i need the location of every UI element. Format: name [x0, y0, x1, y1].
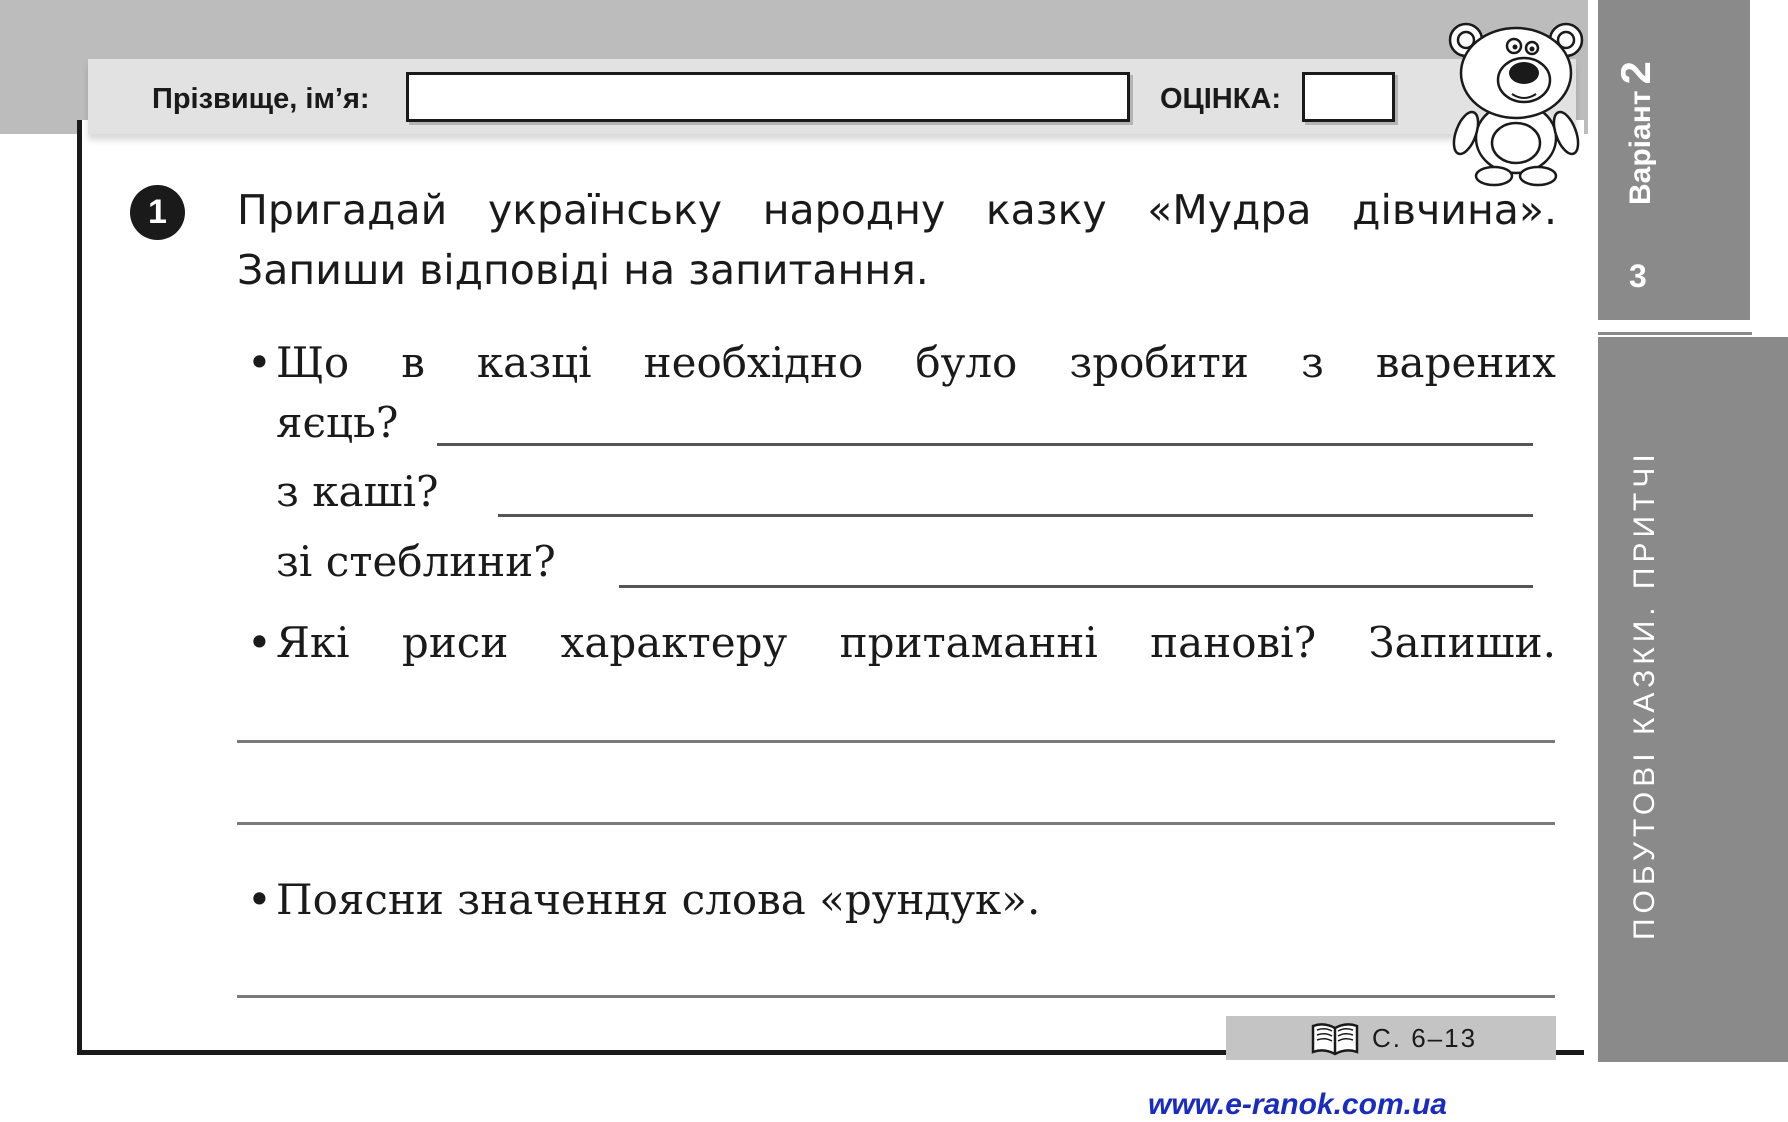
task-number-badge: 1	[130, 185, 185, 240]
question-1-line-2: яєць?	[276, 398, 399, 447]
question-3: Поясни значення слова «рундук».	[276, 875, 1041, 924]
sidebar-divider-line	[1598, 332, 1752, 335]
question-1-porridge: з каші?	[276, 467, 439, 516]
question-1-line-1: Що в казці необхідно було зробити з варе…	[276, 338, 1556, 387]
section-title: ПОБУТОВІ КАЗКИ. ПРИТЧІ	[1628, 449, 1661, 940]
bullet: •	[247, 875, 272, 924]
bullet: •	[247, 338, 272, 387]
task-instruction: Пригадай українську народну казку «Мудра…	[237, 186, 1557, 294]
name-field[interactable]	[406, 72, 1130, 122]
answer-line-traits-1[interactable]	[237, 740, 1555, 743]
answer-line-porridge[interactable]	[498, 514, 1533, 517]
grade-label: ОЦІНКА:	[1160, 83, 1282, 115]
name-label: Прізвище, ім’я:	[152, 83, 370, 115]
sidebar-section-block	[1598, 337, 1788, 1062]
variant-word: Варіант	[1624, 90, 1657, 205]
page-reference-text: С. 6–13	[1372, 1023, 1478, 1053]
variant-number: 2	[1612, 61, 1659, 85]
answer-line-eggs[interactable]	[437, 443, 1533, 446]
bullet: •	[247, 618, 272, 667]
answer-line-traits-2[interactable]	[237, 822, 1555, 825]
book-icon	[1311, 1023, 1359, 1056]
question-2: Які риси характеру притаманні панові? За…	[276, 618, 1556, 667]
website-link[interactable]: www.e-ranok.com.ua	[1148, 1088, 1447, 1122]
variant-sub-number: 3	[1629, 258, 1647, 294]
bear-mascot-icon	[1448, 22, 1584, 187]
variant-label: Варіант 2	[1612, 61, 1660, 205]
sidebar-divider	[1598, 322, 1752, 332]
answer-line-meaning[interactable]	[237, 995, 1555, 998]
grade-field[interactable]	[1302, 72, 1395, 122]
page-reference: С. 6–13	[1226, 1016, 1556, 1060]
answer-line-stalk[interactable]	[619, 585, 1533, 588]
question-1-stalk: зі стеблини?	[276, 537, 556, 586]
